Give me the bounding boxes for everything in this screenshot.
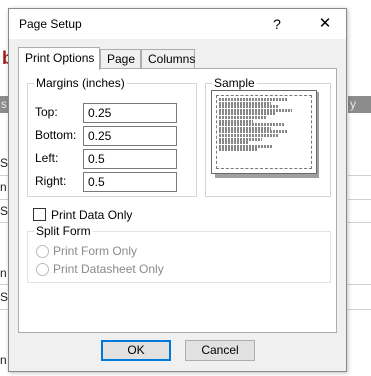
print-datasheet-only-radio[interactable] [36, 263, 49, 276]
background-row-divider [348, 199, 371, 200]
tab-print-options[interactable]: Print Options [18, 47, 100, 70]
sample-group: Sample [205, 76, 331, 197]
print-datasheet-only-label: Print Datasheet Only [53, 262, 164, 276]
sample-group-title: Sample [212, 76, 257, 90]
tab-columns[interactable]: Columns [141, 49, 195, 69]
margins-group: Margins (inches) Top: 0.25 Bottom: 0.25 … [27, 76, 197, 197]
help-icon[interactable]: ? [261, 13, 293, 35]
print-data-only-label: Print Data Only [51, 208, 133, 222]
print-form-only-radio[interactable] [36, 245, 49, 258]
left-margin-label: Left: [35, 151, 59, 165]
sample-text-lines [219, 98, 305, 152]
background-row-divider [348, 175, 371, 176]
split-form-group-title: Split Form [34, 224, 93, 238]
right-margin-input[interactable]: 0.5 [83, 172, 177, 192]
background-header-right: y Pro [348, 96, 371, 113]
top-margin-input[interactable]: 0.25 [83, 103, 177, 123]
background-row-divider [348, 222, 371, 223]
bottom-margin-input[interactable]: 0.25 [83, 126, 177, 146]
left-margin-input[interactable]: 0.5 [83, 149, 177, 169]
page-setup-dialog: Page Setup ? ✕ Print Options Page Column… [8, 8, 347, 372]
top-margin-label: Top: [35, 105, 58, 119]
dialog-titlebar[interactable]: Page Setup ? ✕ [9, 9, 346, 39]
right-margin-label: Right: [35, 174, 67, 188]
sample-preview-shadow [211, 90, 319, 178]
sample-preview-page [211, 90, 317, 174]
background-row-divider [348, 309, 371, 310]
bottom-margin-label: Bottom: [35, 128, 77, 142]
tab-page[interactable]: Page [100, 49, 141, 69]
background-row-divider [348, 284, 371, 285]
print-form-only-label: Print Form Only [53, 244, 138, 258]
margins-group-title: Margins (inches) [34, 76, 127, 90]
split-form-group: Split Form Print Form Only Print Datashe… [27, 224, 331, 283]
print-data-only-checkbox[interactable] [33, 208, 46, 221]
ok-button[interactable]: OK [101, 340, 171, 361]
cancel-button[interactable]: Cancel [185, 340, 255, 361]
print-options-panel: Margins (inches) Top: 0.25 Bottom: 0.25 … [18, 68, 337, 333]
dialog-title: Page Setup [19, 17, 82, 31]
close-icon[interactable]: ✕ [309, 13, 341, 35]
